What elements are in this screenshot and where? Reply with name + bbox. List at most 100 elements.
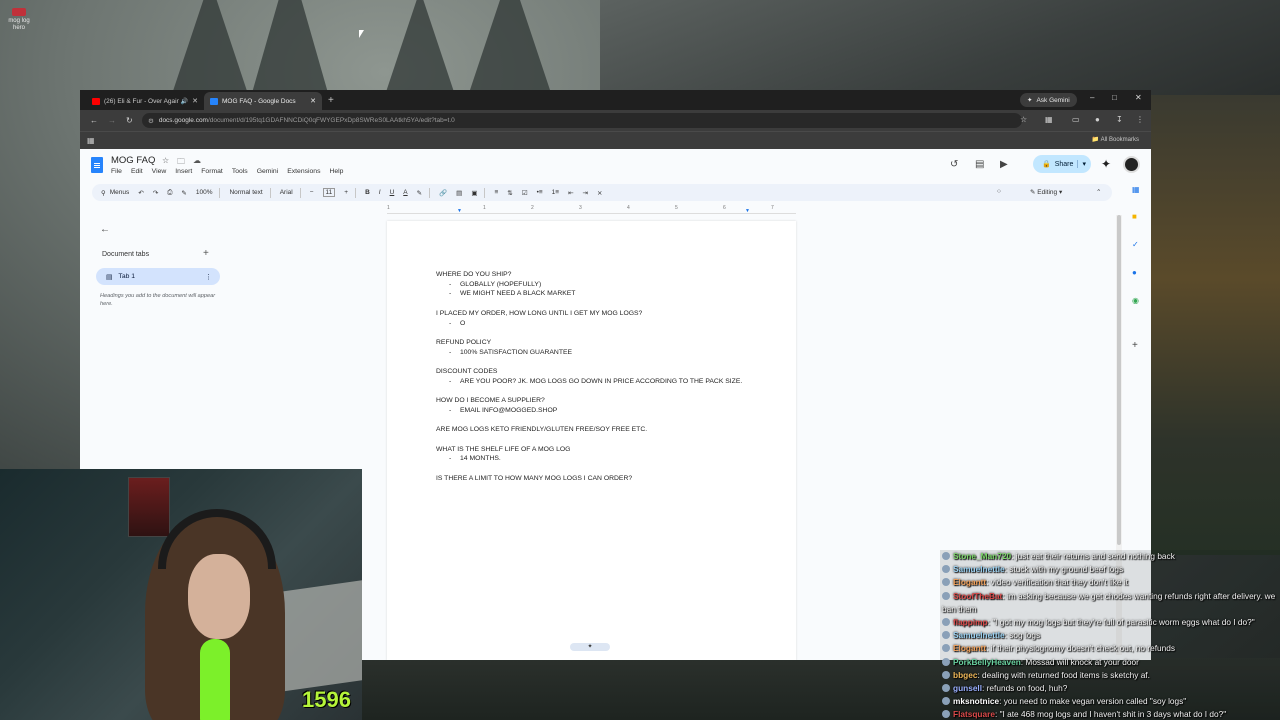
highlight-icon[interactable]: ✎ [417, 189, 422, 197]
paint-format-icon[interactable]: ✎ [181, 189, 186, 197]
image-icon[interactable]: ▣ [471, 189, 477, 197]
add-addon-icon[interactable]: + [1132, 340, 1138, 351]
keep-icon[interactable]: ■ [1132, 212, 1137, 221]
faq-question: REFUND POLICY [436, 338, 492, 346]
align-icon[interactable]: ≡ [494, 189, 498, 196]
line-spacing-icon[interactable]: ⇅ [507, 189, 512, 197]
increase-indent-icon[interactable]: ⇥ [583, 189, 588, 197]
menu-help[interactable]: Help [329, 168, 343, 175]
all-bookmarks[interactable]: 📁 All Bookmarks [1092, 136, 1139, 143]
clear-formatting-icon[interactable]: ⨯ [597, 189, 602, 197]
share-label: Share [1054, 160, 1074, 168]
font-size-input[interactable]: 11 [322, 188, 336, 197]
calendar-icon[interactable]: ▦ [1132, 185, 1140, 194]
menu-edit[interactable]: Edit [131, 168, 143, 175]
font-select[interactable]: Arial [280, 189, 293, 196]
document-title[interactable]: MOG FAQ [111, 155, 155, 166]
ruler[interactable]: 1 1 2 3 4 5 6 7 ▼ ▼ [387, 204, 796, 214]
menu-insert[interactable]: Insert [175, 168, 192, 175]
chat-text: : sog logs [1004, 630, 1041, 641]
avatar[interactable] [1123, 156, 1140, 173]
gemini-icon[interactable]: ✦ [1101, 157, 1111, 171]
tab-headings-hint: Headings you add to the document will ap… [100, 293, 216, 307]
apps-icon[interactable]: ▦ [87, 136, 95, 145]
text-color-icon[interactable]: A [403, 189, 407, 196]
menu-file[interactable]: File [111, 168, 122, 175]
faq-answer: 100% SATISFACTION GUARANTEE [436, 348, 766, 358]
close-window-icon[interactable]: ✕ [1135, 93, 1142, 102]
ask-gemini-button[interactable]: ✦ Ask Gemini [1020, 93, 1077, 107]
new-tab-button[interactable]: + [328, 95, 334, 106]
menu-view[interactable]: View [152, 168, 167, 175]
checklist-icon[interactable]: ☑ [522, 189, 528, 197]
browser-tab-docs[interactable]: MOG FAQ - Google Docs ✕ [204, 92, 322, 110]
back-icon[interactable]: ← [90, 116, 98, 125]
document-body[interactable]: WHERE DO YOU SHIP? GLOBALLY (HOPEFULLY) … [436, 270, 766, 483]
bold-icon[interactable]: B [365, 189, 370, 196]
more-menu-icon[interactable]: ⋮ [1136, 115, 1144, 124]
link-icon[interactable]: 🔗 [439, 189, 447, 197]
menu-gemini[interactable]: Gemini [257, 168, 279, 175]
meet-icon[interactable]: ▶ [1000, 159, 1008, 170]
menu-tools[interactable]: Tools [232, 168, 248, 175]
gemini-insert-button[interactable]: ✦ [570, 643, 610, 651]
url-input[interactable]: ⚙ docs.google.com/document/d/195tq1GDAFN… [142, 113, 1022, 128]
cast-icon[interactable]: ▭ [1072, 115, 1080, 124]
comments-icon[interactable]: ▤ [975, 159, 984, 170]
maximize-icon[interactable]: □ [1112, 93, 1117, 102]
faq-question: DISCOUNT CODES [436, 367, 498, 375]
forward-icon[interactable]: → [108, 116, 116, 125]
increase-font-icon[interactable]: + [344, 189, 348, 196]
share-button[interactable]: 🔒 Share ▾ [1033, 155, 1091, 173]
tasks-icon[interactable]: ✓ [1132, 240, 1139, 249]
star-icon[interactable]: ☆ [162, 156, 169, 165]
numbered-list-icon[interactable]: 1≡ [552, 189, 559, 196]
italic-icon[interactable]: I [379, 189, 381, 196]
profile-icon[interactable]: ● [1095, 115, 1100, 124]
maps-icon[interactable]: ◉ [1132, 296, 1139, 305]
scrollbar-thumb[interactable] [1117, 215, 1121, 545]
search-menus-label[interactable]: Menus [110, 189, 130, 196]
menu-extensions[interactable]: Extensions [287, 168, 320, 175]
more-options-icon[interactable]: ⋮ [205, 273, 212, 281]
chevron-down-icon[interactable]: ▾ [1077, 160, 1086, 168]
version-history-icon[interactable]: ↺ [950, 159, 958, 170]
suggest-icon[interactable]: ○ [997, 188, 1001, 195]
decrease-font-icon[interactable]: − [310, 189, 314, 196]
browser-tab-youtube[interactable]: (26) Eli & Fur - Over Again 🔊 ✕ [86, 92, 204, 110]
desktop-shortcut[interactable]: mog log hero [4, 8, 34, 32]
document-tab-1[interactable]: ▤ Tab 1 ⋮ [96, 268, 220, 285]
extensions-icon[interactable]: ▦ [1045, 115, 1053, 124]
undo-icon[interactable]: ↶ [138, 189, 143, 197]
speaker-icon[interactable]: 🔊 [181, 98, 188, 105]
document-page[interactable]: WHERE DO YOU SHIP? GLOBALLY (HOPEFULLY) … [387, 221, 796, 660]
google-docs-logo-icon[interactable] [91, 157, 103, 173]
chevron-up-icon[interactable]: ⌃ [1096, 188, 1101, 196]
bulleted-list-icon[interactable]: •≡ [537, 189, 543, 196]
comment-icon[interactable]: ▤ [456, 189, 462, 197]
right-margin-marker-icon[interactable]: ▼ [745, 208, 750, 214]
chat-message: Elogantt: if their physiognomy doesn't c… [940, 642, 1280, 655]
faq-answer: O [436, 319, 766, 329]
close-tab-icon[interactable]: ✕ [192, 97, 198, 105]
redo-icon[interactable]: ↷ [153, 189, 158, 197]
site-info-icon[interactable]: ⚙ [148, 117, 154, 125]
style-select[interactable]: Normal text [229, 189, 262, 196]
add-tab-icon[interactable]: + [203, 248, 209, 259]
print-icon[interactable]: ⎙ [167, 189, 172, 197]
zoom-select[interactable]: 100% [196, 189, 213, 196]
search-menus-icon[interactable]: ⚲ [101, 189, 106, 197]
menu-format[interactable]: Format [201, 168, 223, 175]
faq-question: I PLACED MY ORDER, HOW LONG UNTIL I GET … [436, 309, 643, 317]
reload-icon[interactable]: ↻ [126, 116, 133, 125]
minimize-icon[interactable]: – [1090, 93, 1094, 102]
underline-icon[interactable]: U [390, 189, 395, 196]
indent-marker-icon[interactable]: ▼ [457, 208, 462, 214]
close-tab-icon[interactable]: ✕ [310, 97, 316, 105]
download-icon[interactable]: ↧ [1116, 115, 1123, 124]
decrease-indent-icon[interactable]: ⇤ [568, 189, 573, 197]
contacts-icon[interactable]: ● [1132, 268, 1137, 277]
editing-mode-select[interactable]: ✎ Editing ▾ [1030, 188, 1062, 196]
back-arrow-icon[interactable]: ← [100, 224, 110, 235]
bookmark-star-icon[interactable]: ☆ [1020, 115, 1027, 124]
